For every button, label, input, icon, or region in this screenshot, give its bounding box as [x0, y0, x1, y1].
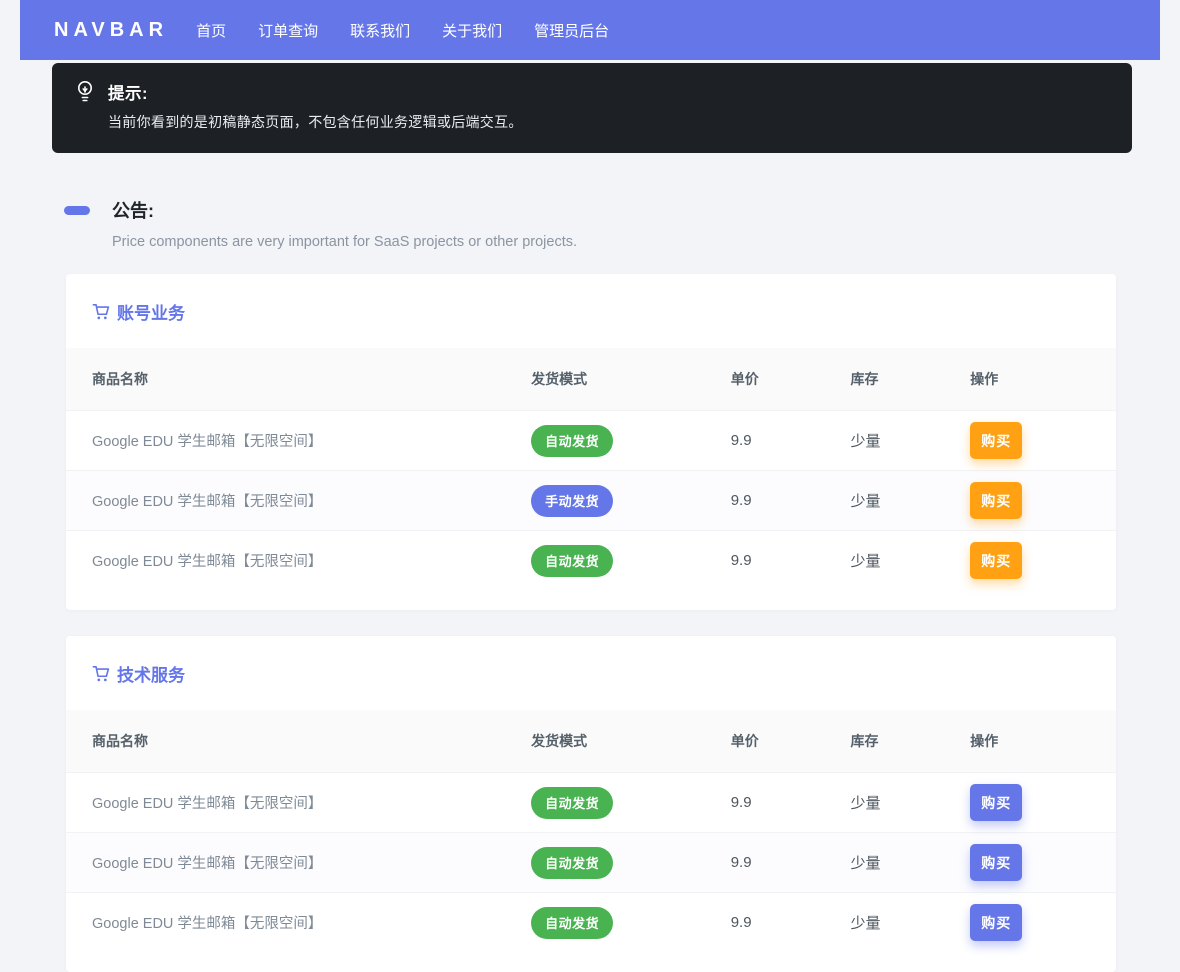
section-title-text: 技术服务 — [117, 666, 185, 685]
notice-title: 提示: — [108, 85, 148, 103]
col-delivery-mode: 发货模式 — [531, 371, 588, 387]
table-row: Google EDU 学生邮箱【无限空间】 自动发货 9.9 少量 购买 — [66, 530, 1116, 590]
product-name: Google EDU 学生邮箱【无限空间】 — [92, 916, 323, 932]
announcement-body: Price components are very important for … — [112, 234, 578, 250]
navbar-menu: 首页 订单查询 联系我们 关于我们 管理员后台 — [196, 20, 641, 41]
notice-title-row: 提示: — [76, 80, 1106, 104]
stock-level: 少量 — [850, 855, 881, 872]
product-name: Google EDU 学生邮箱【无限空间】 — [92, 434, 323, 450]
table-row: Google EDU 学生邮箱【无限空间】 自动发货 9.9 少量 购买 — [66, 832, 1116, 892]
unit-price: 9.9 — [730, 914, 752, 931]
table-row: Google EDU 学生邮箱【无限空间】 手动发货 9.9 少量 购买 — [66, 470, 1116, 530]
nav-item-contact[interactable]: 联系我们 — [350, 20, 410, 41]
delivery-mode-badge: 自动发货 — [531, 544, 614, 577]
unit-price: 9.9 — [730, 552, 752, 569]
table-row: Google EDU 学生邮箱【无限空间】 自动发货 9.9 少量 购买 — [66, 892, 1116, 952]
cart-icon — [92, 665, 110, 681]
unit-price: 9.9 — [730, 794, 752, 811]
navbar: NAVBAR 首页 订单查询 联系我们 关于我们 管理员后台 — [20, 0, 1160, 60]
section-title-text: 账号业务 — [117, 304, 185, 323]
product-name: Google EDU 学生邮箱【无限空间】 — [92, 796, 323, 812]
stock-level: 少量 — [850, 553, 881, 570]
delivery-mode-badge: 自动发货 — [531, 786, 614, 819]
buy-button[interactable]: 购买 — [970, 422, 1023, 459]
product-name: Google EDU 学生邮箱【无限空间】 — [92, 554, 323, 570]
table-header-row: 商品名称 发货模式 单价 库存 操作 — [66, 710, 1116, 772]
section-title: 技术服务 — [92, 661, 1090, 686]
table-row: Google EDU 学生邮箱【无限空间】 自动发货 9.9 少量 购买 — [66, 410, 1116, 470]
col-unit-price: 单价 — [730, 733, 759, 749]
announcement-title-row: 公告: — [64, 197, 1132, 223]
delivery-mode-badge: 自动发货 — [531, 846, 614, 879]
delivery-mode-badge: 自动发货 — [531, 906, 614, 939]
notice-panel: 提示: 当前你看到的是初稿静态页面，不包含任何业务逻辑或后端交互。 — [52, 63, 1132, 153]
announcement-title: 公告: — [112, 201, 154, 221]
delivery-mode-badge: 自动发货 — [531, 424, 614, 457]
col-unit-price: 单价 — [730, 371, 759, 387]
nav-item-admin[interactable]: 管理员后台 — [534, 20, 609, 41]
unit-price: 9.9 — [730, 854, 752, 871]
col-product-name: 商品名称 — [92, 371, 148, 387]
section-card-tech: 技术服务 商品名称 发货模式 单价 库存 操作 Google EDU 学生邮箱【… — [66, 636, 1116, 972]
notice-body: 当前你看到的是初稿静态页面，不包含任何业务逻辑或后端交互。 — [108, 114, 523, 130]
col-stock: 库存 — [850, 733, 879, 749]
lightbulb-icon — [78, 81, 92, 102]
col-action: 操作 — [970, 733, 999, 749]
delivery-mode-badge: 手动发货 — [531, 484, 614, 517]
card-header: 技术服务 — [66, 636, 1116, 710]
cart-icon — [92, 303, 110, 319]
col-product-name: 商品名称 — [92, 733, 148, 749]
stock-level: 少量 — [850, 433, 881, 450]
col-delivery-mode: 发货模式 — [531, 733, 588, 749]
nav-item-order-query[interactable]: 订单查询 — [258, 20, 318, 41]
unit-price: 9.9 — [730, 432, 752, 449]
buy-button[interactable]: 购买 — [970, 784, 1023, 821]
dash-icon — [64, 205, 90, 215]
table-header-row: 商品名称 发货模式 单价 库存 操作 — [66, 348, 1116, 410]
unit-price: 9.9 — [730, 492, 752, 509]
product-name: Google EDU 学生邮箱【无限空间】 — [92, 494, 323, 510]
col-action: 操作 — [970, 371, 999, 387]
announcement: 公告: Price components are very important … — [64, 197, 1132, 250]
section-title: 账号业务 — [92, 299, 1090, 324]
stock-level: 少量 — [850, 795, 881, 812]
navbar-brand[interactable]: NAVBAR — [54, 19, 168, 42]
buy-button[interactable]: 购买 — [970, 904, 1023, 941]
section-card-account: 账号业务 商品名称 发货模式 单价 库存 操作 Google EDU 学生邮箱【… — [66, 274, 1116, 610]
col-stock: 库存 — [850, 371, 879, 387]
table-row: Google EDU 学生邮箱【无限空间】 自动发货 9.9 少量 购买 — [66, 772, 1116, 832]
buy-button[interactable]: 购买 — [970, 482, 1023, 519]
buy-button[interactable]: 购买 — [970, 844, 1023, 881]
nav-item-about[interactable]: 关于我们 — [442, 20, 502, 41]
card-header: 账号业务 — [66, 274, 1116, 348]
nav-item-home[interactable]: 首页 — [196, 20, 226, 41]
product-name: Google EDU 学生邮箱【无限空间】 — [92, 856, 323, 872]
buy-button[interactable]: 购买 — [970, 542, 1023, 579]
stock-level: 少量 — [850, 493, 881, 510]
stock-level: 少量 — [850, 915, 881, 932]
